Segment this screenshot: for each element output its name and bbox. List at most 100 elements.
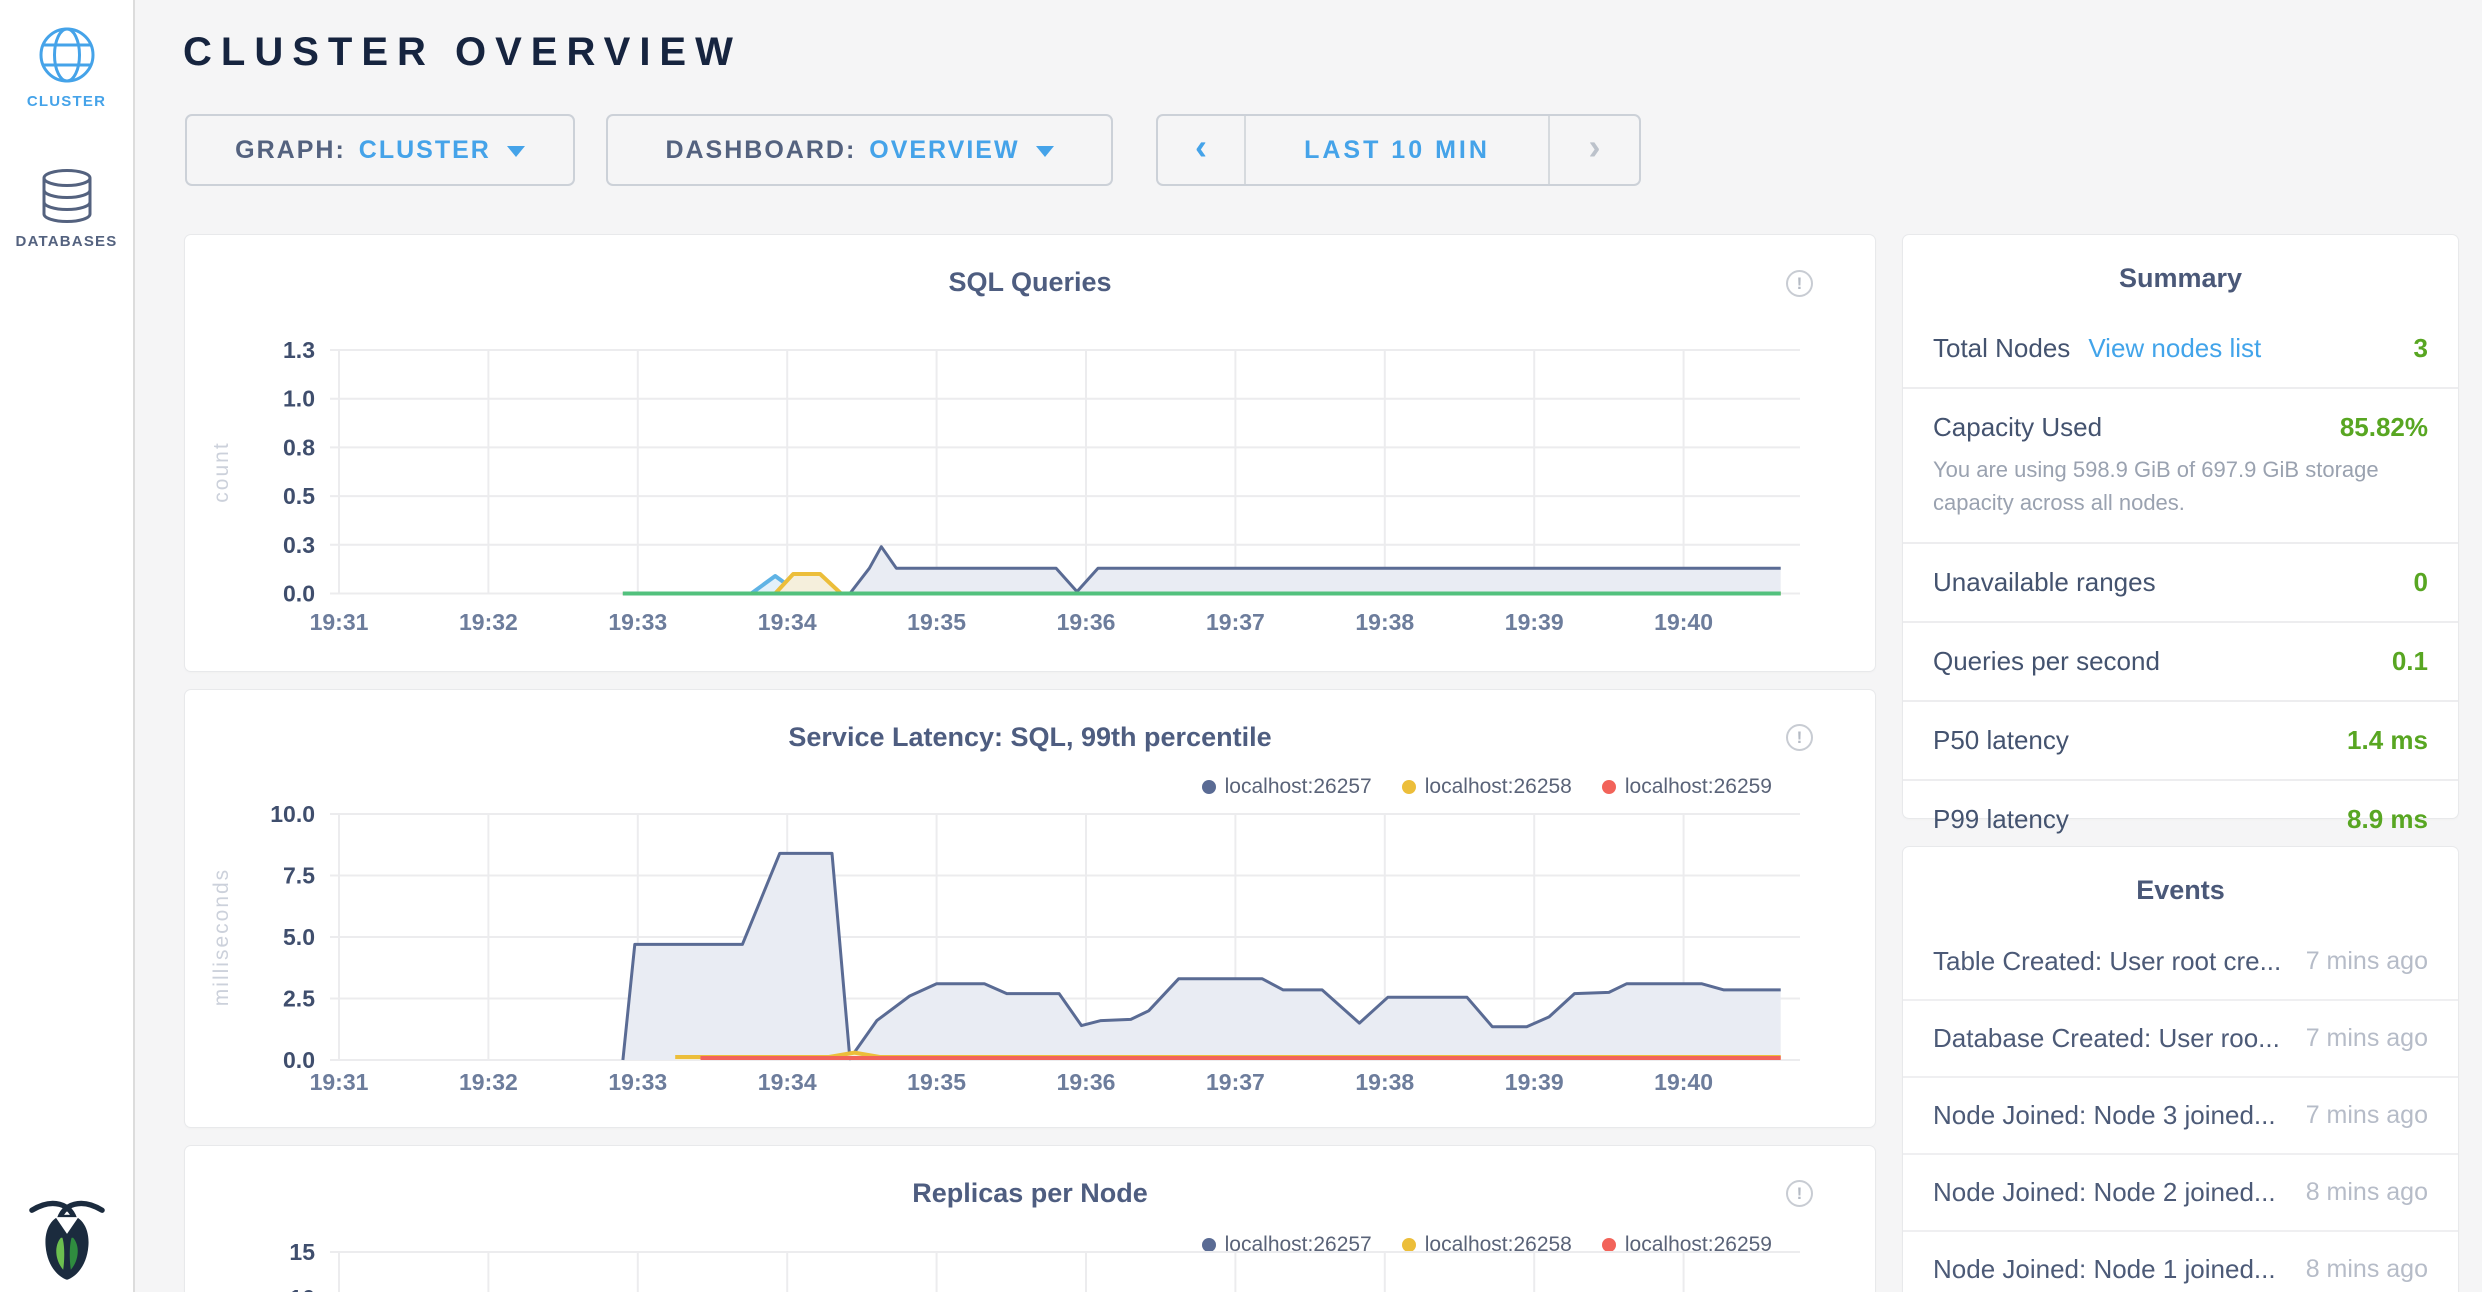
summary-row: Total Nodes View nodes list 3 [1903, 310, 2458, 389]
event-row[interactable]: Node Joined: Node 2 joined... 8 mins ago [1903, 1155, 2458, 1232]
summary-row: P50 latency 1.4 ms [1903, 702, 2458, 781]
summary-row: Capacity Used 85.82% You are using 598.9 G… [1903, 389, 2458, 544]
svg-text:0.0: 0.0 [283, 581, 315, 607]
svg-text:19:34: 19:34 [758, 1069, 817, 1095]
sidebar-item-label: CLUSTER [0, 93, 133, 110]
summary-row-value: 85.82% [2340, 412, 2428, 443]
svg-text:19:39: 19:39 [1505, 609, 1564, 635]
svg-text:19:40: 19:40 [1654, 609, 1713, 635]
event-time: 7 mins ago [2306, 1101, 2428, 1130]
event-row[interactable]: Database Created: User roo... 7 mins ago [1903, 1001, 2458, 1078]
svg-text:1.0: 1.0 [283, 386, 315, 412]
summary-row-label: Queries per second [1933, 646, 2160, 677]
svg-text:2.5: 2.5 [283, 986, 315, 1012]
view-nodes-link[interactable]: View nodes list [2088, 333, 2261, 364]
svg-text:count: count [210, 441, 233, 502]
sidebar-item-databases[interactable]: DATABASES [0, 168, 133, 250]
dashboard-dropdown-label: DASHBOARD: [665, 136, 856, 165]
event-row[interactable]: Node Joined: Node 3 joined... 7 mins ago [1903, 1078, 2458, 1155]
svg-text:19:36: 19:36 [1057, 1069, 1116, 1095]
svg-text:19:31: 19:31 [310, 609, 369, 635]
summary-row-value: 1.4 ms [2347, 725, 2428, 756]
cockroach-icon [28, 1198, 106, 1282]
summary-title: Summary [1903, 235, 2458, 294]
summary-panel: Summary Total Nodes View nodes list 3 Capac… [1903, 235, 2458, 818]
summary-row-value: 0.1 [2392, 646, 2428, 677]
svg-text:7.5: 7.5 [283, 863, 315, 889]
summary-row-label: P99 latency [1933, 804, 2069, 835]
chart-card-sql-queries: SQL Queries ! 0.00.30.50.81.01.319:3119:… [185, 235, 1875, 671]
capacity-note: You are using 598.9 GiB of 697.9 GiB sto… [1933, 453, 2403, 519]
time-range-selector: ‹ LAST 10 MIN › [1156, 114, 1641, 186]
svg-text:19:33: 19:33 [608, 609, 667, 635]
svg-text:5.0: 5.0 [283, 924, 315, 950]
svg-text:0.3: 0.3 [283, 532, 315, 558]
events-panel: Events Table Created: User root cre... 7 … [1903, 847, 2458, 1292]
svg-text:0.8: 0.8 [283, 434, 315, 460]
chart-card-service-latency: Service Latency: SQL, 99th percentile ! … [185, 690, 1875, 1127]
summary-row-value: 8.9 ms [2347, 804, 2428, 835]
svg-text:19:38: 19:38 [1355, 1069, 1414, 1095]
service-latency-plot[interactable]: 0.02.55.07.510.019:3119:3219:3319:3419:3… [185, 690, 1875, 1127]
summary-row-value: 3 [2414, 333, 2428, 364]
svg-text:10.0: 10.0 [270, 801, 315, 827]
event-row[interactable]: Node Joined: Node 1 joined... 8 mins ago [1903, 1232, 2458, 1292]
sql-queries-plot[interactable]: 0.0 0.3 0.5 0.8 1.0 1.3 19:31 19:32 19:33 19:34 19… [185, 235, 1875, 671]
svg-text:19:31: 19:31 [310, 1069, 369, 1095]
svg-text:19:32: 19:32 [459, 1069, 518, 1095]
globe-icon [38, 26, 96, 84]
svg-text:10: 10 [289, 1285, 315, 1292]
databases-icon [40, 168, 94, 224]
time-range-label[interactable]: LAST 10 MIN [1244, 116, 1550, 184]
graph-dropdown-value: CLUSTER [359, 136, 491, 165]
sidebar: CLUSTER DATABASES [0, 0, 135, 1292]
svg-text:15: 15 [289, 1239, 315, 1265]
page-title: CLUSTER OVERVIEW [183, 30, 742, 75]
svg-text:1.3: 1.3 [283, 337, 315, 363]
svg-text:19:36: 19:36 [1057, 609, 1116, 635]
summary-row-label: Unavailable ranges [1933, 567, 2156, 598]
event-text: Database Created: User roo... [1933, 1023, 2280, 1054]
summary-row: Queries per second 0.1 [1903, 623, 2458, 702]
graph-dropdown[interactable]: GRAPH: CLUSTER [185, 114, 575, 186]
cockroach-logo[interactable] [0, 1198, 133, 1282]
svg-text:19:39: 19:39 [1505, 1069, 1564, 1095]
graph-dropdown-label: GRAPH: [235, 136, 346, 165]
svg-text:19:32: 19:32 [459, 609, 518, 635]
dashboard-dropdown[interactable]: DASHBOARD: OVERVIEW [606, 114, 1113, 186]
event-text: Node Joined: Node 2 joined... [1933, 1177, 2276, 1208]
event-row[interactable]: Table Created: User root cre... 7 mins ag… [1903, 924, 2458, 1001]
svg-text:milliseconds: milliseconds [210, 868, 233, 1006]
chevron-down-icon [1036, 146, 1054, 157]
svg-text:19:35: 19:35 [907, 1069, 966, 1095]
replicas-per-node-plot[interactable]: 05101519:3119:3219:3319:3419:3519:3619:3… [185, 1146, 1875, 1292]
summary-row-label: Total Nodes [1933, 333, 2070, 364]
time-prev-button[interactable]: ‹ [1158, 116, 1244, 184]
event-time: 8 mins ago [2306, 1178, 2428, 1207]
chevron-down-icon [507, 146, 525, 157]
summary-row: Unavailable ranges 0 [1903, 544, 2458, 623]
time-next-button[interactable]: › [1550, 116, 1639, 184]
event-time: 7 mins ago [2306, 1024, 2428, 1053]
summary-row-label: P50 latency [1933, 725, 2069, 756]
svg-text:19:33: 19:33 [608, 1069, 667, 1095]
event-text: Node Joined: Node 3 joined... [1933, 1100, 2276, 1131]
svg-text:19:38: 19:38 [1355, 609, 1414, 635]
svg-text:0.5: 0.5 [283, 483, 315, 509]
chart-card-replicas-per-node: Replicas per Node ! localhost:26257local… [185, 1146, 1875, 1292]
svg-text:19:35: 19:35 [907, 609, 966, 635]
sidebar-item-label: DATABASES [0, 233, 133, 250]
svg-text:19:40: 19:40 [1654, 1069, 1713, 1095]
events-title: Events [1903, 847, 2458, 906]
event-time: 8 mins ago [2306, 1255, 2428, 1284]
dashboard-dropdown-value: OVERVIEW [869, 136, 1019, 165]
svg-text:19:37: 19:37 [1206, 609, 1265, 635]
event-text: Node Joined: Node 1 joined... [1933, 1254, 2276, 1285]
svg-text:19:34: 19:34 [758, 609, 817, 635]
summary-row-label: Capacity Used [1933, 412, 2102, 443]
event-time: 7 mins ago [2306, 947, 2428, 976]
svg-text:19:37: 19:37 [1206, 1069, 1265, 1095]
event-text: Table Created: User root cre... [1933, 946, 2281, 977]
summary-row-value: 0 [2414, 567, 2428, 598]
sidebar-item-cluster[interactable]: CLUSTER [0, 26, 133, 110]
